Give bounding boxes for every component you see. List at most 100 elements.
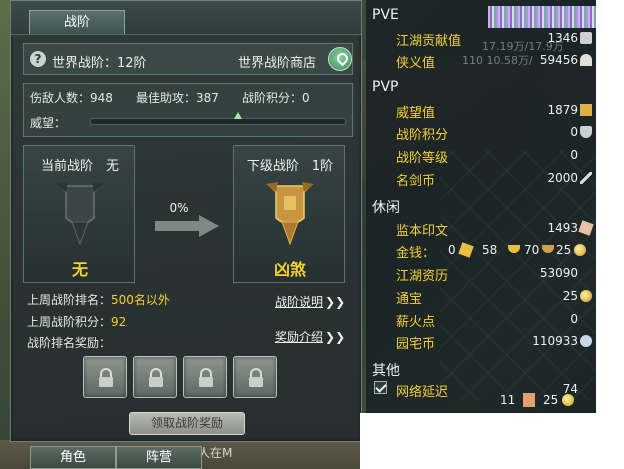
best-assist-stat: 最佳助攻：387 [136, 91, 219, 105]
stat-label: 战阶等级 [396, 151, 449, 166]
next-rank-box: 下级战阶 1阶 凶煞 [233, 145, 345, 283]
current-rank-box: 当前战阶 无 无 [23, 145, 135, 283]
silver-ingot-icon [580, 32, 592, 44]
lock-icon [149, 368, 163, 387]
stat-row: 战阶积分 0 [396, 122, 592, 143]
tab-character[interactable]: 角色 [30, 446, 116, 469]
rank-emblem-gold-icon [266, 182, 314, 246]
silver-amount: 58 [482, 243, 498, 257]
shield-icon [580, 126, 592, 138]
reward-slot-1[interactable] [83, 356, 127, 398]
stat-value: 0 [570, 148, 578, 162]
stat-row: 江湖贡献值 1346 [396, 28, 592, 49]
rank-shop-link[interactable]: 世界战阶商店 [238, 52, 316, 71]
stat-label: 江湖贡献值 [396, 34, 462, 49]
bottom-item-counts: 11 25 [500, 393, 575, 407]
gold-amount: 0 [448, 243, 456, 257]
double-chevron-icon: ❯❯ [325, 330, 346, 344]
stat-value: 0 [570, 125, 578, 139]
stat-row: 侠义值 59456 [396, 50, 592, 71]
section-title-leisure: 休闲 [372, 200, 400, 216]
copper-ingot-icon [542, 245, 554, 253]
tab-battle-rank[interactable]: 战阶 [29, 10, 125, 34]
help-icon[interactable]: ? [30, 51, 46, 67]
buff-icon-strip [488, 6, 596, 28]
world-rank-label: 世界战阶：12阶 [52, 56, 147, 71]
claim-rank-reward-button[interactable]: 领取战阶奖励 [129, 412, 245, 435]
reward-info-text: 奖励介绍 [275, 330, 324, 344]
stat-row: 监本印文 1493 [396, 218, 594, 239]
gold-token-icon [580, 104, 592, 116]
copper-amount: 70 [524, 243, 540, 257]
stat-row: 园宅币 110933 [396, 331, 592, 352]
stat-label: 薪火点 [396, 315, 436, 330]
stat-row: 威望值 1879 [396, 100, 592, 121]
stat-row: 战阶等级 0 [396, 145, 592, 166]
stat-label: 威望值 [396, 106, 436, 121]
progress-percent: 0% [169, 201, 189, 215]
stat-value: 110933 [532, 334, 578, 348]
rank-emblem-gray-icon [56, 182, 104, 246]
stat-value: 0 [570, 312, 578, 326]
reward-slot-3[interactable] [183, 356, 227, 398]
lock-icon [249, 368, 263, 387]
kills-stat: 伤敌人数：948 [30, 91, 113, 105]
combat-stats-bar: 伤敌人数：948 最佳助攻：387 战阶积分：0 威望： [23, 83, 353, 137]
section-title-pvp: PVP [372, 79, 399, 95]
next-rank-name: 凶煞 [273, 260, 306, 279]
double-chevron-icon: ❯❯ [325, 295, 346, 309]
stat-row: 通宝 25 [396, 286, 592, 307]
lock-icon [99, 368, 113, 387]
section-title-pve: PVE [372, 7, 399, 23]
coin-icon [562, 394, 575, 406]
prestige-marker [234, 112, 243, 119]
item-count-1: 11 [500, 393, 516, 407]
stat-value: 25 [562, 289, 578, 303]
arrow-right-icon [155, 215, 219, 237]
rank-reward-label: 战阶排名奖励： [27, 336, 112, 350]
coin-icon [574, 244, 586, 256]
tab-faction[interactable]: 阵营 [116, 446, 202, 469]
battle-rank-panel: 战阶 ? 世界战阶：12阶 世界战阶商店 伤敌人数：948 最佳助攻：387 战… [10, 0, 362, 442]
rank-explain-link[interactable]: 战阶说明 ❯❯ [275, 293, 345, 310]
last-week-rank-row: 上周战阶排名：500名以外 [27, 291, 170, 308]
network-latency-checkbox[interactable] [374, 381, 387, 394]
stat-value: 1493 [547, 221, 578, 235]
stat-label: 通宝 [396, 292, 423, 307]
current-rank-header: 当前战阶 无 [40, 159, 119, 174]
last-week-points-row: 上周战阶积分：92 [27, 313, 126, 330]
stat-label: 战阶积分 [396, 128, 449, 143]
blank-margin [596, 0, 624, 469]
coin-icon [580, 290, 592, 302]
reward-slot-2[interactable] [133, 356, 177, 398]
stat-label: 江湖资历 [396, 269, 449, 284]
stat-value: 59456 [539, 53, 578, 67]
last-week-rank-label: 上周战阶排名： [27, 293, 112, 307]
item-count-2: 25 [542, 393, 559, 407]
prestige-label: 威望： [30, 116, 67, 130]
tab-bar: 战阶 [11, 1, 361, 35]
next-rank-header: 下级战阶 1阶 [246, 159, 334, 174]
money-label: 金钱： [396, 246, 436, 261]
progress-arrow: 0% [155, 201, 219, 237]
lock-icon [199, 368, 213, 387]
sword-icon [580, 172, 592, 184]
last-week-rank-value: 500名以外 [111, 293, 170, 307]
stat-row: 江湖资历 53090 [396, 263, 592, 284]
rank-info-bar: ? 世界战阶：12阶 世界战阶商店 [23, 43, 353, 75]
stat-label: 侠义值 [396, 56, 436, 71]
stat-label: 监本印文 [396, 224, 449, 239]
stat-value: 2000 [547, 171, 578, 185]
reward-info-link[interactable]: 奖励介绍 ❯❯ [275, 328, 345, 345]
stat-label: 园宅币 [396, 337, 436, 352]
seal-icon [578, 220, 594, 236]
map-pin-icon[interactable] [328, 47, 352, 71]
stat-value: 1346 [547, 31, 578, 45]
stat-value: 1879 [547, 103, 578, 117]
reward-slot-4[interactable] [233, 356, 277, 398]
stat-label: 网络延迟 [396, 385, 449, 400]
section-title-other: 其他 [372, 363, 400, 379]
current-rank-name: 无 [71, 260, 88, 279]
last-week-points-label: 上周战阶积分： [27, 315, 112, 329]
last-week-points-value: 92 [111, 315, 127, 329]
